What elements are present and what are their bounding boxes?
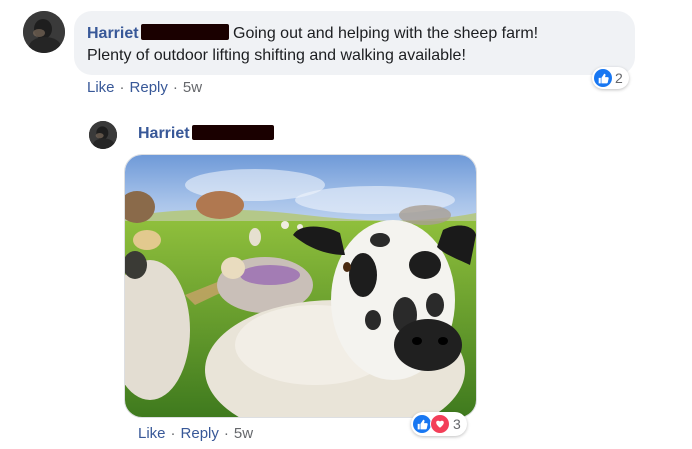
comment-actions: Like · Reply · 5w [87,79,203,96]
like-icon [413,415,431,433]
redacted-surname [140,24,229,40]
reply-reaction-count: 3 [453,416,461,432]
reply-timestamp[interactable]: 5w [234,425,253,442]
comment-body: Harriet Going out and helping with the s… [87,23,632,67]
comment-timestamp[interactable]: 5w [183,79,202,96]
comment-avatar[interactable] [23,11,65,53]
sheep-photo[interactable] [124,154,477,418]
like-button[interactable]: Like [87,79,115,96]
comment-reaction-count: 2 [615,70,623,86]
reply-avatar[interactable] [89,121,117,149]
reply-author-name[interactable]: Harriet [138,125,190,142]
reply-header: Harriet [138,125,274,143]
comment-text-line-2: Plenty of outdoor lifting shifting and w… [87,47,466,64]
comment-text-line-1: Going out and helping with the sheep far… [233,25,539,42]
comment-reactions[interactable]: 2 [592,67,629,89]
reply-button[interactable]: Reply [181,425,219,442]
reply-button[interactable]: Reply [130,79,168,96]
like-button[interactable]: Like [138,425,166,442]
comment-author-name[interactable]: Harriet [87,25,139,42]
reply-reactions[interactable]: 3 [411,412,467,436]
like-icon [594,69,612,87]
redacted-surname [191,125,274,140]
love-icon [430,414,450,434]
reply-actions: Like · Reply · 5w [138,425,254,442]
